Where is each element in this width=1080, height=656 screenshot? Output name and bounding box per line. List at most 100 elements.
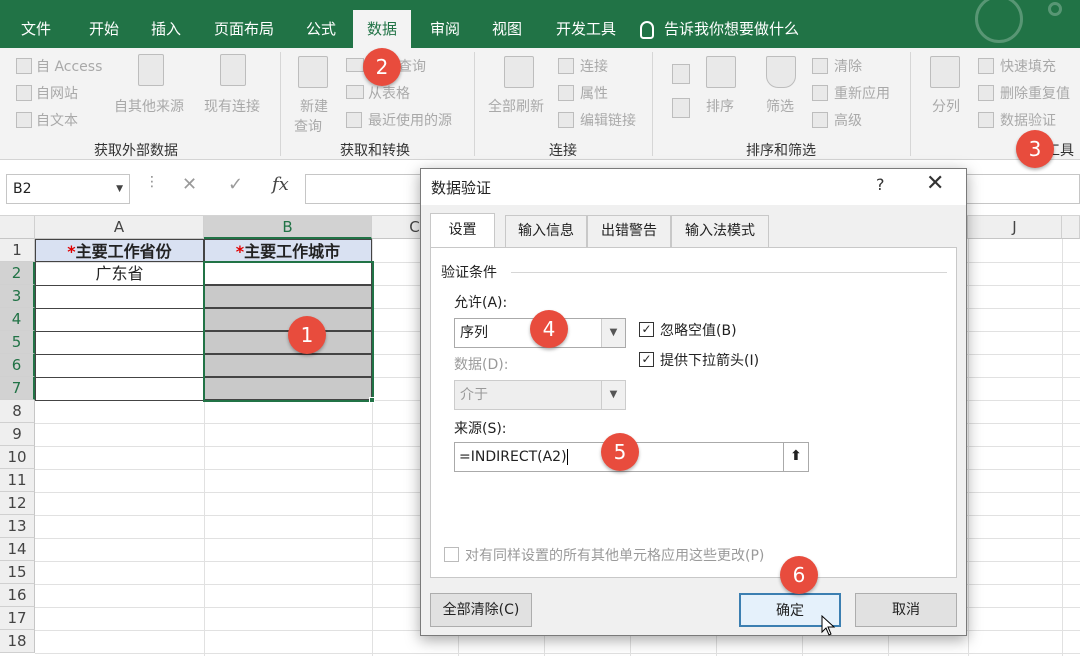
chevron-down-icon: ▼ [601, 381, 625, 409]
from-table-button[interactable]: 从表格 [368, 83, 410, 103]
mouse-pointer-icon [821, 615, 836, 636]
data-label: 数据(D): [454, 357, 509, 373]
row-header[interactable]: 5 [0, 331, 35, 354]
tab-ime-mode[interactable]: 输入法模式 [671, 215, 769, 247]
tab-review[interactable]: 审阅 [420, 10, 470, 48]
cancel-button[interactable]: 取消 [855, 593, 957, 627]
close-icon[interactable]: ✕ [926, 171, 944, 196]
row-header[interactable]: 18 [0, 630, 35, 653]
tab-developer[interactable]: 开发工具 [545, 10, 627, 48]
tab-data[interactable]: 数据 [353, 10, 411, 48]
insert-function-button[interactable]: fx [272, 174, 289, 195]
access-icon [16, 58, 32, 74]
row-header[interactable]: 3 [0, 285, 35, 308]
tab-formulas[interactable]: 公式 [296, 10, 346, 48]
chevron-down-icon[interactable]: ▼ [601, 319, 625, 347]
chevron-down-icon[interactable]: ▼ [116, 175, 123, 203]
tab-home[interactable]: 开始 [78, 10, 130, 48]
new-query-icon [298, 56, 328, 88]
existing-connections-icon [220, 54, 246, 86]
filter-button[interactable]: 筛选 [766, 96, 794, 116]
column-header-j[interactable]: J [968, 216, 1062, 239]
properties-button[interactable]: 属性 [580, 83, 608, 103]
from-access-button[interactable]: 自 Access [36, 56, 102, 76]
table-row-border [35, 285, 204, 286]
recent-sources-icon [346, 112, 362, 128]
dropdown-arrow-checkbox[interactable]: ✓ [639, 352, 654, 367]
row-header[interactable]: 8 [0, 400, 35, 423]
other-sources-icon [138, 54, 164, 86]
data-validation-icon [978, 112, 994, 128]
data-validation-button[interactable]: 数据验证 [1000, 110, 1056, 130]
row-header[interactable]: 14 [0, 538, 35, 561]
sort-button[interactable]: 排序 [706, 96, 734, 116]
tab-insert[interactable]: 插入 [140, 10, 192, 48]
group-label-connections: 连接 [549, 143, 577, 159]
required-marker: * [235, 242, 245, 261]
clear-all-button[interactable]: 全部清除(C) [430, 593, 532, 627]
edit-links-button[interactable]: 编辑链接 [580, 110, 636, 130]
group-label-sort-filter: 排序和筛选 [746, 143, 816, 159]
row-header[interactable]: 12 [0, 492, 35, 515]
settings-panel: 验证条件 允许(A): 序列 ▼ ✓ 忽略空值(B) ✓ 提供下拉箭头(I) 数据… [430, 247, 957, 578]
from-web-button[interactable]: 自网站 [36, 83, 78, 103]
tell-me-search[interactable]: 告诉我你想要做什么 [640, 10, 799, 48]
cell-a1[interactable]: *主要工作省份 [35, 239, 204, 262]
show-queries-button[interactable]: 查询 [398, 56, 426, 76]
fill-handle[interactable] [369, 397, 375, 403]
other-sources-button[interactable]: 自其他来源 [114, 96, 184, 116]
tab-view[interactable]: 视图 [482, 10, 532, 48]
tab-error-alert[interactable]: 出错警告 [587, 215, 671, 247]
cell-a2[interactable]: 广东省 [35, 262, 204, 285]
collapse-dialog-icon[interactable]: ⬆ [783, 442, 809, 472]
advanced-filter-icon [812, 112, 828, 128]
new-query-button-line2[interactable]: 查询 [294, 116, 322, 136]
table-row-border [35, 354, 204, 355]
advanced-filter-button[interactable]: 高级 [834, 110, 862, 130]
row-header[interactable]: 7 [0, 377, 35, 400]
row-header[interactable]: 2 [0, 262, 35, 285]
row-header[interactable]: 1 [0, 239, 35, 262]
name-box[interactable]: B2 ▼ [6, 174, 130, 204]
cell-a1-text: 主要工作省份 [75, 242, 172, 261]
help-button[interactable]: ? [876, 175, 885, 194]
tab-input-message[interactable]: 输入信息 [505, 215, 587, 247]
existing-connections-button[interactable]: 现有连接 [204, 96, 260, 116]
row-header[interactable]: 17 [0, 607, 35, 630]
enter-check-icon[interactable]: ✓ [228, 174, 243, 195]
row-header[interactable]: 11 [0, 469, 35, 492]
clear-filter-button[interactable]: 清除 [834, 56, 862, 76]
group-separator [652, 52, 653, 156]
text-file-icon [16, 112, 32, 128]
row-header[interactable]: 4 [0, 308, 35, 331]
column-header-b[interactable]: B [204, 216, 372, 239]
group-separator [280, 52, 281, 156]
column-header-a[interactable]: A [35, 216, 204, 239]
tab-file[interactable]: 文件 [10, 10, 62, 48]
refresh-all-button[interactable]: 全部刷新 [488, 96, 544, 116]
row-header[interactable]: 6 [0, 354, 35, 377]
from-text-button[interactable]: 自文本 [36, 110, 78, 130]
recent-sources-button[interactable]: 最近使用的源 [368, 110, 452, 130]
new-query-button-line1[interactable]: 新建 [300, 96, 328, 116]
tab-settings[interactable]: 设置 [430, 213, 495, 247]
row-header[interactable]: 16 [0, 584, 35, 607]
row-header[interactable]: 15 [0, 561, 35, 584]
reapply-button[interactable]: 重新应用 [834, 83, 890, 103]
column-header-k[interactable] [1062, 216, 1080, 239]
remove-duplicates-button[interactable]: 删除重复值 [1000, 83, 1070, 103]
show-queries-icon [346, 58, 364, 72]
lightbulb-icon [640, 20, 654, 39]
select-all-corner[interactable] [0, 216, 35, 239]
row-header[interactable]: 9 [0, 423, 35, 446]
tell-me-text: 告诉我你想要做什么 [664, 20, 800, 38]
ignore-blank-checkbox[interactable]: ✓ [639, 322, 654, 337]
cancel-icon[interactable]: ✕ [182, 174, 197, 195]
text-to-columns-button[interactable]: 分列 [932, 96, 960, 116]
row-header[interactable]: 13 [0, 515, 35, 538]
flash-fill-button[interactable]: 快速填充 [1000, 56, 1056, 76]
cell-b1[interactable]: *主要工作城市 [204, 239, 372, 262]
row-header[interactable]: 10 [0, 446, 35, 469]
connections-button[interactable]: 连接 [580, 56, 608, 76]
tab-page-layout[interactable]: 页面布局 [206, 10, 282, 48]
